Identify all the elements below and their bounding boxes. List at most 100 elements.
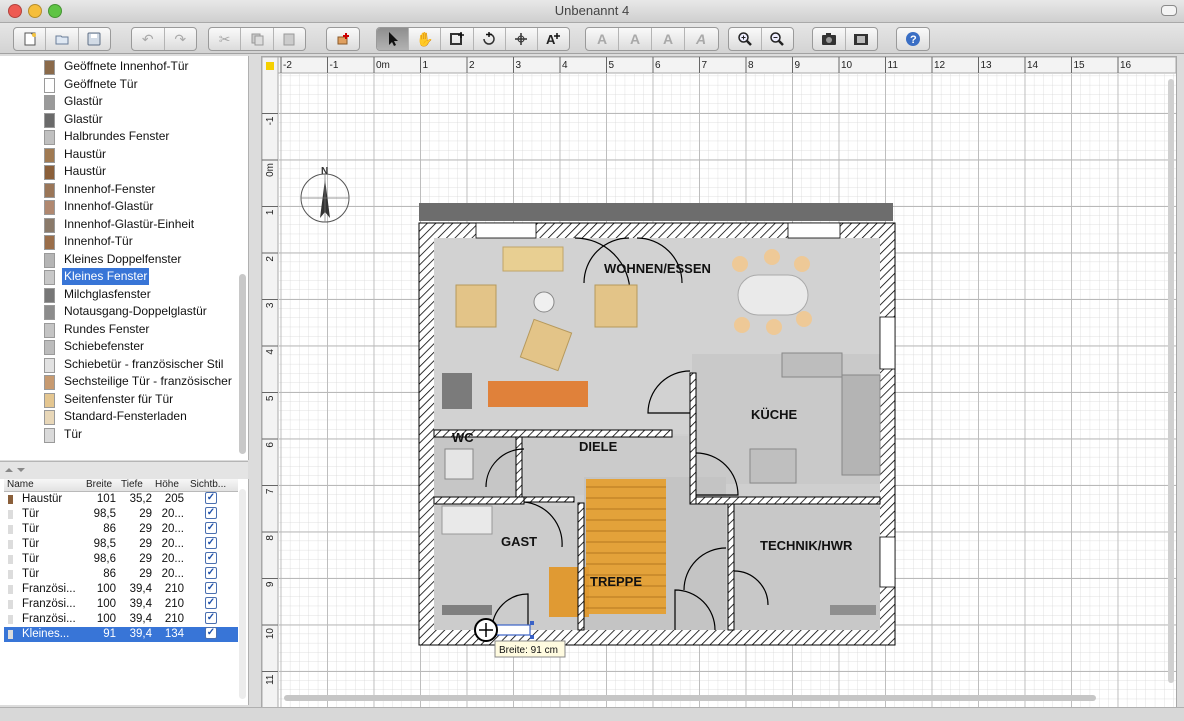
table-scrollbar-track[interactable] <box>239 489 246 699</box>
header-sichtbar[interactable]: Sichtb... <box>190 479 226 490</box>
create-walls-icon[interactable] <box>441 28 474 50</box>
visible-checkbox[interactable]: ✓ <box>205 567 217 579</box>
plan-vscroll[interactable] <box>1168 79 1174 683</box>
create-video-icon[interactable] <box>846 28 878 50</box>
table-row[interactable]: Tür 86 29 20... ✓ <box>4 522 238 537</box>
room-label-wohnen[interactable]: WOHNEN/ESSEN <box>604 261 711 276</box>
visible-checkbox[interactable]: ✓ <box>205 537 217 549</box>
table-row[interactable]: Französi... 100 39,4 210 ✓ <box>4 612 238 627</box>
catalog-item[interactable]: Innenhof-Glastür <box>0 198 238 215</box>
table-row[interactable]: Französi... 100 39,4 210 ✓ <box>4 582 238 597</box>
radiator[interactable] <box>830 605 876 615</box>
sideboard[interactable] <box>488 381 588 407</box>
visible-checkbox[interactable]: ✓ <box>205 582 217 594</box>
catalog-item[interactable]: Notausgang-Doppelglastür <box>0 303 238 320</box>
plan-view[interactable]: -2 -1 0m 1 2 3 4 5 6 7 8 9 10 11 12 13 14 15 16 -1 0m 1 2 3 4 5 6… <box>261 56 1177 709</box>
header-hoehe[interactable]: Höhe <box>155 479 179 490</box>
kitchen-island[interactable] <box>781 352 843 378</box>
minimize-window-button[interactable] <box>28 4 42 18</box>
visible-checkbox[interactable]: ✓ <box>205 612 217 624</box>
visible-checkbox[interactable]: ✓ <box>205 492 217 504</box>
help-icon[interactable]: ? <box>897 28 929 50</box>
catalog-item[interactable]: Kleines Doppelfenster <box>0 251 238 268</box>
zoom-out-icon[interactable] <box>762 28 794 50</box>
room-label-treppe[interactable]: TREPPE <box>590 574 642 589</box>
house-plan[interactable]: WOHNEN/ESSEN KÜCHE DIELE WC GAST TREPPE … <box>418 203 896 658</box>
dining-chair[interactable] <box>764 249 780 265</box>
header-name[interactable]: Name <box>7 479 34 490</box>
armchair[interactable] <box>455 284 497 328</box>
save-icon[interactable] <box>79 28 110 50</box>
room-label-kueche[interactable]: KÜCHE <box>751 407 798 422</box>
zoom-in-icon[interactable] <box>729 28 762 50</box>
catalog-item[interactable]: Innenhof-Tür <box>0 233 238 250</box>
bold-text-icon[interactable]: A <box>652 28 685 50</box>
room-label-gast[interactable]: GAST <box>501 534 537 549</box>
table-row[interactable]: Kleines... 91 39,4 134 ✓ <box>4 627 238 642</box>
catalog-item[interactable]: Geöffnete Innenhof-Tür <box>0 58 238 75</box>
sofa[interactable] <box>502 246 564 272</box>
visible-checkbox[interactable]: ✓ <box>205 627 217 639</box>
new-home-icon[interactable] <box>14 28 47 50</box>
catalog-item[interactable]: Sechsteilige Tür - französischer <box>0 373 238 390</box>
armchair[interactable] <box>594 284 638 328</box>
catalog-item[interactable]: Innenhof-Fenster <box>0 181 238 198</box>
kitchen-counter[interactable] <box>841 374 881 476</box>
dining-chair[interactable] <box>734 317 750 333</box>
dining-chair[interactable] <box>766 319 782 335</box>
dining-chair[interactable] <box>794 256 810 272</box>
stove[interactable] <box>749 448 797 484</box>
catalog-item[interactable]: Milchglasfenster <box>0 286 238 303</box>
cut-icon[interactable]: ✂ <box>209 28 242 50</box>
table-row[interactable]: Tür 86 29 20... ✓ <box>4 567 238 582</box>
header-tiefe[interactable]: Tiefe <box>121 479 143 490</box>
plan-hscroll[interactable] <box>284 695 1096 701</box>
catalog-scrollbar[interactable] <box>239 274 246 454</box>
toolbar-toggle-button[interactable] <box>1161 5 1177 16</box>
room-label-wc[interactable]: WC <box>452 430 474 445</box>
undo-icon[interactable]: ↶ <box>132 28 165 50</box>
create-dimensions-icon[interactable] <box>506 28 538 50</box>
plant[interactable] <box>442 373 472 409</box>
catalog-item[interactable]: Seitenfenster für Tür <box>0 391 238 408</box>
catalog-item[interactable]: Schiebetür - französischer Stil <box>0 356 238 373</box>
catalog-item[interactable]: Glastür <box>0 111 238 128</box>
header-breite[interactable]: Breite <box>86 479 112 490</box>
dining-chair[interactable] <box>732 256 748 272</box>
table-row[interactable]: Tür 98,6 29 20... ✓ <box>4 552 238 567</box>
table-row[interactable]: Französi... 100 39,4 210 ✓ <box>4 597 238 612</box>
increase-text-icon[interactable]: A <box>586 28 619 50</box>
italic-text-icon[interactable]: A <box>685 28 717 50</box>
visible-checkbox[interactable]: ✓ <box>205 597 217 609</box>
select-mode-icon[interactable] <box>377 28 410 50</box>
create-rooms-icon[interactable] <box>474 28 506 50</box>
open-icon[interactable] <box>46 28 79 50</box>
visible-checkbox[interactable]: ✓ <box>205 522 217 534</box>
add-furniture-icon[interactable] <box>327 28 359 50</box>
catalog-item[interactable]: Tür <box>0 426 238 443</box>
redo-icon[interactable]: ↷ <box>165 28 197 50</box>
plan-canvas[interactable]: -2 -1 0m 1 2 3 4 5 6 7 8 9 10 11 12 13 14 15 16 -10m123456… <box>262 57 1176 708</box>
catalog-item[interactable]: Kleines Fenster <box>0 268 238 285</box>
catalog-item[interactable]: Halbrundes Fenster <box>0 128 238 145</box>
toilet[interactable] <box>444 448 474 480</box>
table-row[interactable]: Haustür 101 35,2 205 ✓ <box>4 492 238 507</box>
catalog-item[interactable]: Innenhof-Glastür-Einheit <box>0 216 238 233</box>
catalog-item[interactable]: Rundes Fenster <box>0 321 238 338</box>
pan-mode-icon[interactable]: ✋ <box>409 28 442 50</box>
catalog-item[interactable]: Schiebefenster <box>0 338 238 355</box>
room-label-diele[interactable]: DIELE <box>579 439 618 454</box>
catalog-item[interactable]: Haustür <box>0 146 238 163</box>
coffee-table[interactable] <box>533 291 555 313</box>
catalog-item[interactable]: Glastür <box>0 93 238 110</box>
table-row[interactable]: Tür 98,5 29 20... ✓ <box>4 507 238 522</box>
visible-checkbox[interactable]: ✓ <box>205 507 217 519</box>
add-text-icon[interactable]: A <box>538 28 569 50</box>
table-row[interactable]: Tür 98,5 29 20... ✓ <box>4 537 238 552</box>
pane-splitter[interactable] <box>0 461 248 481</box>
bed[interactable] <box>441 505 493 535</box>
zoom-window-button[interactable] <box>48 4 62 18</box>
dining-chair[interactable] <box>796 311 812 327</box>
radiator[interactable] <box>442 605 492 615</box>
copy-icon[interactable] <box>241 28 274 50</box>
